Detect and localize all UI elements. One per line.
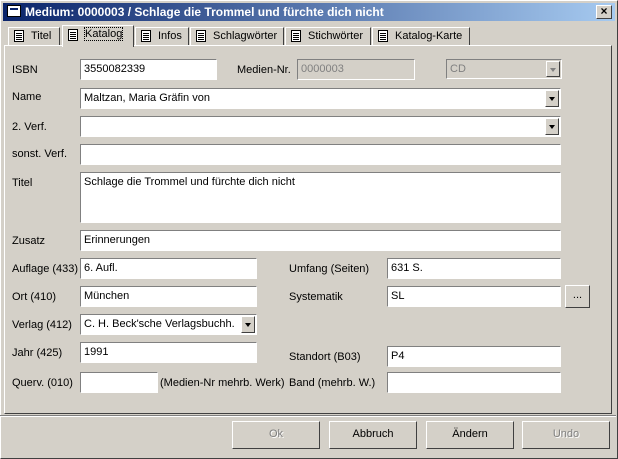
tab-infos[interactable]: Infos [135,27,189,45]
tab-titel[interactable]: Titel [8,27,60,45]
ort-label: Ort (410) [12,291,57,303]
band-input[interactable] [387,372,561,393]
verf2-select[interactable] [80,116,561,137]
jahr-input[interactable]: 1991 [80,342,257,363]
name-label: Name [12,91,42,103]
querv-hint: (Medien-Nr mehrb. Werk) [160,377,285,389]
verlag-select[interactable]: C. H. Beck'sche Verlagsbuchh. [80,314,257,335]
standort-label: Standort (B03) [289,351,361,363]
app-icon [7,5,21,17]
mediennr-label: Medien-Nr. [237,64,291,76]
umfang-label: Umfang (Seiten) [289,263,370,275]
abbruch-button[interactable]: Abbruch [329,421,417,449]
auflage-label: Auflage (433) [12,263,79,275]
sonst-verf-label: sonst. Verf. [12,148,68,160]
document-icon [141,30,151,42]
umfang-input[interactable]: 631 S. [387,258,561,279]
zusatz-input[interactable]: Erinnerungen [80,230,561,251]
isbn-input[interactable]: 3550082339 [80,59,217,80]
verlag-label: Verlag (412) [12,319,72,331]
querv-label: Querv. (010) [12,377,73,389]
titel-label: Titel [12,177,33,189]
document-icon [14,30,24,42]
medientyp-value: CD [450,63,466,75]
name-select[interactable]: Maltzan, Maria Gräfin von [80,88,561,109]
document-icon [196,30,206,42]
systematik-browse-button[interactable]: ... [565,285,590,308]
divider [0,415,616,417]
window-title: Medium: 0000003 / Schlage die Trommel un… [25,5,384,19]
titel-textarea[interactable]: Schlage die Trommel und fürchte dich nic… [80,172,561,223]
close-button[interactable]: × [596,5,612,19]
systematik-label: Systematik [289,291,343,303]
aendern-button[interactable]: Ändern [426,421,514,449]
querv-input[interactable] [80,372,158,393]
chevron-down-icon[interactable] [545,90,559,107]
band-label: Band (mehrb. W.) [289,377,376,389]
verlag-value: C. H. Beck'sche Verlagsbuchh. [84,318,235,330]
tab-katalog-karte[interactable]: Katalog-Karte [372,27,470,45]
zusatz-label: Zusatz [12,235,46,247]
auflage-input[interactable]: 6. Aufl. [80,258,257,279]
title-bar[interactable]: Medium: 0000003 / Schlage die Trommel un… [3,3,615,21]
document-icon [291,30,301,42]
standort-input[interactable]: P4 [387,346,561,367]
systematik-input[interactable]: SL [387,286,561,307]
mediennr-input[interactable]: 0000003 [297,59,415,80]
document-icon [378,30,388,42]
verf2-label: 2. Verf. [12,121,47,133]
name-value: Maltzan, Maria Gräfin von [84,92,210,104]
document-icon [68,29,78,41]
jahr-label: Jahr (425) [12,347,63,359]
ok-button[interactable]: Ok [232,421,320,449]
ort-input[interactable]: München [80,286,257,307]
sonst-verf-input[interactable] [80,144,561,165]
undo-button[interactable]: Undo [522,421,610,449]
tab-stichwoerter[interactable]: Stichwörter [285,27,371,45]
medientyp-select[interactable]: CD [446,59,562,79]
isbn-label: ISBN [12,64,38,76]
chevron-down-icon[interactable] [241,316,255,333]
chevron-down-icon[interactable] [545,118,559,135]
chevron-down-icon[interactable] [546,61,560,77]
tab-katalog[interactable]: Katalog [62,25,134,47]
tab-schlagwoerter[interactable]: Schlagwörter [190,27,284,45]
